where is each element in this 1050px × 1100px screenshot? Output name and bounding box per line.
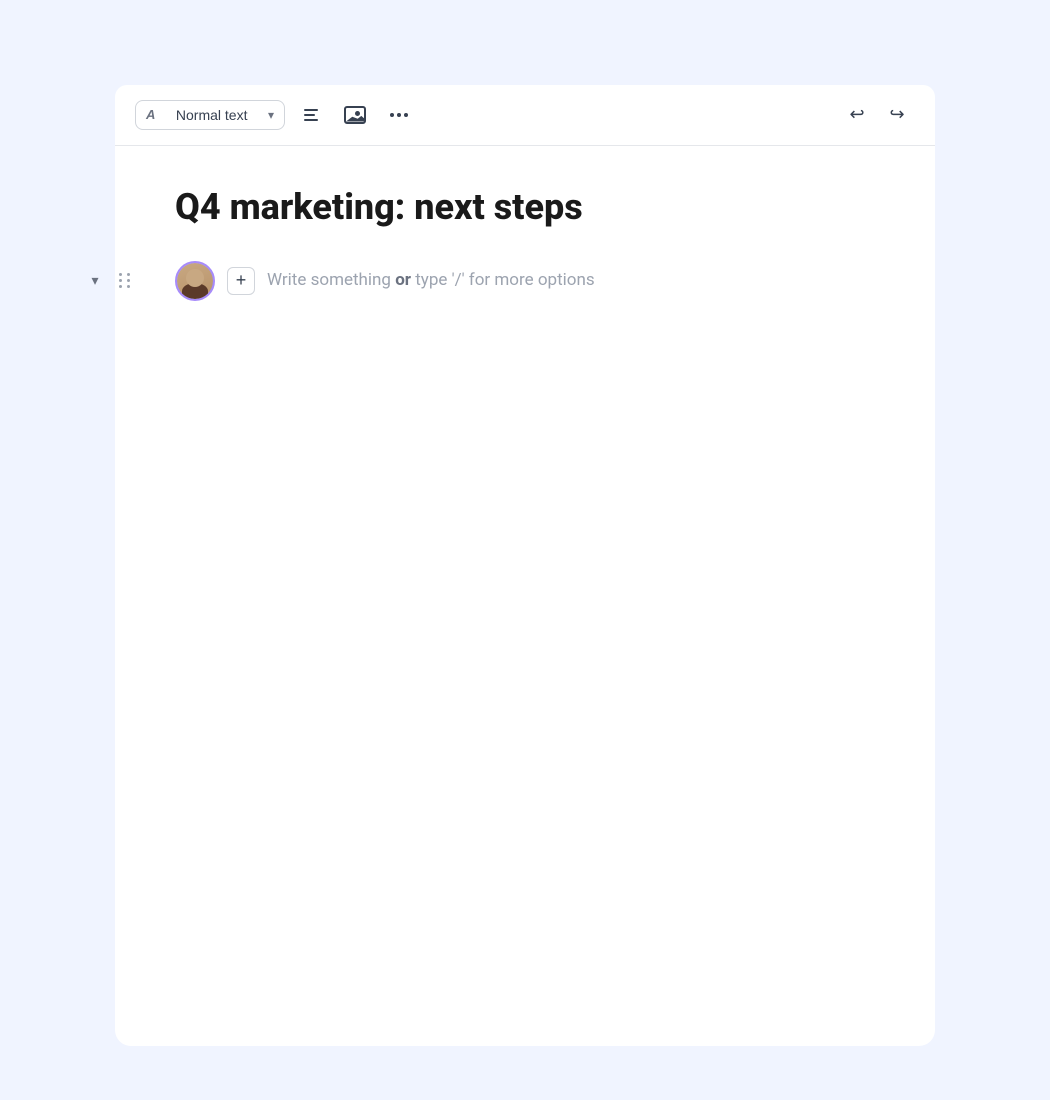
drag-dots-icon [119, 273, 132, 288]
drag-handle[interactable] [115, 271, 135, 291]
toolbar-right [839, 97, 915, 133]
left-controls: ▾ [85, 271, 135, 291]
placeholder-text-part1: Write something [267, 270, 395, 290]
chevron-right-icon: ▾ [91, 273, 98, 289]
editor-wrapper: A Normal text ▾ Q4 [115, 85, 935, 1046]
toolbar: A Normal text ▾ [115, 85, 935, 146]
text-style-dropdown[interactable]: A Normal text ▾ [135, 100, 285, 130]
image-icon [344, 106, 366, 124]
placeholder-bold: or [395, 270, 411, 290]
text-type-icon: A [146, 107, 155, 122]
list-button[interactable] [293, 97, 329, 133]
undo-button[interactable] [839, 97, 875, 133]
placeholder-text-part2: type '/' for more options [411, 270, 595, 290]
editor-line: ▾ + Write something o [175, 261, 875, 301]
editor-placeholder[interactable]: Write something or type '/' for more opt… [267, 268, 595, 294]
list-icon [304, 109, 318, 121]
redo-icon [889, 104, 904, 125]
avatar [175, 261, 215, 301]
chevron-down-icon: ▾ [268, 108, 274, 122]
undo-icon [849, 104, 864, 125]
image-button[interactable] [337, 97, 373, 133]
add-block-button[interactable]: + [227, 267, 255, 295]
text-style-label: Normal text [161, 107, 262, 123]
redo-button[interactable] [879, 97, 915, 133]
more-icon [390, 113, 408, 117]
document-title: Q4 marketing: next steps [175, 186, 875, 229]
avatar-image [177, 263, 213, 299]
plus-icon: + [236, 270, 247, 291]
collapse-button[interactable]: ▾ [85, 271, 105, 291]
more-options-button[interactable] [381, 97, 417, 133]
editor-body[interactable]: Q4 marketing: next steps ▾ [115, 146, 935, 1046]
